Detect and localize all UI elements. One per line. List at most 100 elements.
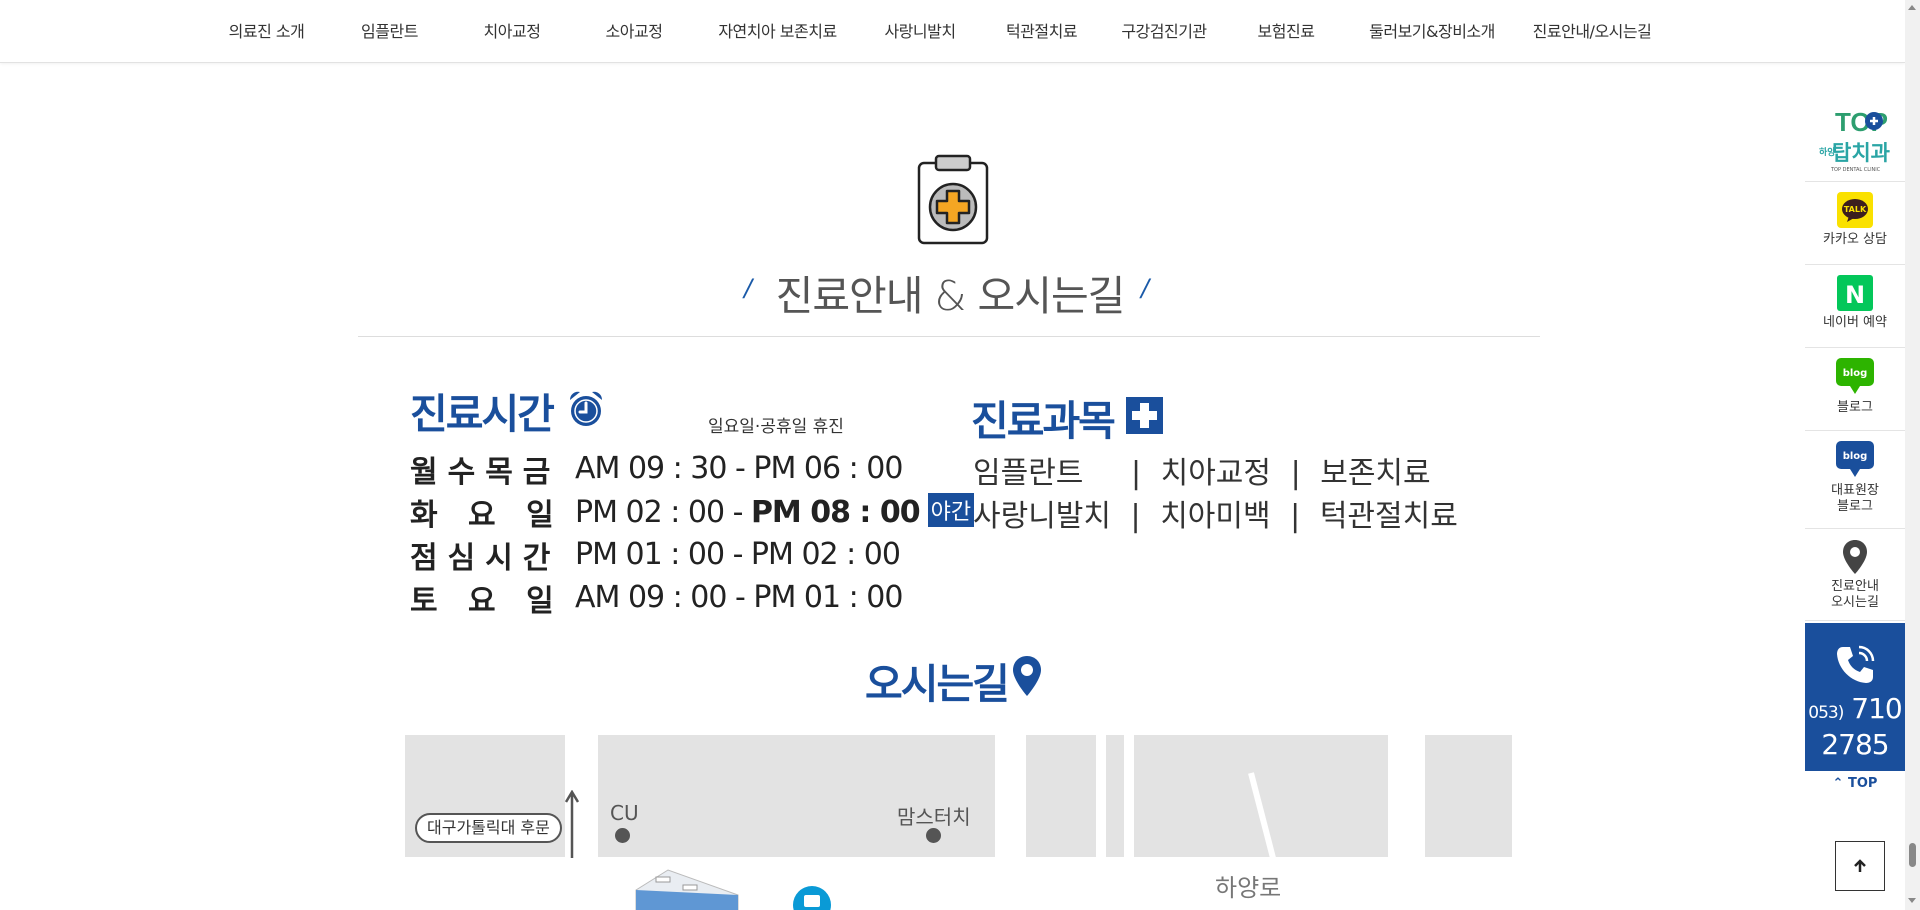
phone-prefix: 710 — [1851, 692, 1902, 725]
nav-item-tmj[interactable]: 턱관절치료 — [980, 0, 1103, 63]
map-block — [1026, 735, 1096, 857]
kakao-label: 카카오 상담 — [1823, 232, 1887, 247]
department-separator: | — [1130, 456, 1142, 491]
blog-icon: blog — [1836, 441, 1874, 477]
page-scrollbar[interactable] — [1905, 0, 1920, 910]
map-block — [1106, 735, 1124, 857]
map-block — [1425, 735, 1512, 857]
hours-day: 월수목금 — [410, 454, 561, 490]
department-item: 턱관절치료 — [1319, 499, 1458, 534]
hours-row: 화 요 일 PM 02 : 00 - PM 08 : 00 야간 — [410, 490, 975, 533]
scroll-down-arrow-icon[interactable] — [1908, 898, 1916, 903]
nav-item-doctors[interactable]: 의료진 소개 — [205, 0, 328, 63]
nav-item-orthodontics[interactable]: 치아교정 — [451, 0, 573, 63]
section-divider — [358, 336, 1540, 337]
phone-number-line-2: 2785 — [1821, 728, 1889, 761]
directions-label-1: 진료안내 — [1831, 579, 1879, 594]
department-item: 보존치료 — [1320, 456, 1431, 491]
phone-call-link[interactable]: 053) 710 2785 — [1805, 623, 1905, 771]
department-separator: | — [1290, 456, 1301, 491]
directions-map[interactable]: 대구가톨릭대 후문 CU 맘스터치 하양로 — [405, 735, 1512, 910]
directions-label-2: 오시는길 — [1831, 595, 1879, 610]
clinic-building-icon — [635, 869, 739, 910]
nav-item-natural-tooth[interactable]: 자연치아 보존치료 — [695, 0, 860, 63]
map-marker-momstouch — [926, 828, 941, 843]
chevron-up-icon: ⌃ — [1832, 776, 1844, 791]
blog-icon: blog — [1836, 358, 1874, 394]
arrow-up-icon — [1854, 859, 1866, 872]
hours-time-end: PM 08 : 00 — [750, 495, 921, 530]
department-item: 치아교정 — [1160, 456, 1272, 491]
scroll-thumb[interactable] — [1909, 843, 1916, 867]
road-line — [1248, 772, 1276, 859]
top-navigation: 의료진 소개 임플란트 치아교정 소아교정 자연치아 보존치료 사랑니발치 턱관… — [0, 0, 1905, 63]
svg-text:TOP DENTAL CLINIC: TOP DENTAL CLINIC — [1830, 167, 1881, 173]
nav-item-oral-exam[interactable]: 구강검진기관 — [1103, 0, 1225, 63]
hours-table: 월수목금 AM 09 : 30 - PM 06 : 00 화 요 일 PM 02… — [410, 447, 975, 619]
naver-icon: N — [1837, 275, 1873, 311]
department-item: 임플란트 — [973, 456, 1084, 491]
svg-text:blog: blog — [1843, 451, 1868, 462]
road-arrow-icon — [565, 790, 579, 858]
departments-title: 진료과목 — [971, 397, 1116, 445]
scroll-to-top-button[interactable] — [1835, 841, 1885, 891]
director-blog-label-2: 블로그 — [1837, 499, 1873, 514]
department-item: 사랑니발치 — [973, 499, 1111, 534]
map-label-road: 하양로 — [1215, 874, 1282, 902]
department-item: 치아미백 — [1160, 499, 1271, 534]
nav-item-tour[interactable]: 둘러보기&장비소개 — [1347, 0, 1517, 63]
hours-day: 화 요 일 — [410, 497, 564, 533]
director-blog-link[interactable]: blog 대표원장 블로그 — [1805, 431, 1905, 529]
title-slash-right: / — [1141, 274, 1150, 302]
top-dental-logo-icon: TOP 하양 탑치과 TOP DENTAL CLINIC — [1819, 107, 1890, 173]
nav-item-insurance[interactable]: 보험진료 — [1225, 0, 1347, 63]
quick-menu: TOP 하양 탑치과 TOP DENTAL CLINIC TALK 카카오 상담… — [1805, 95, 1905, 797]
kakao-consult-link[interactable]: TALK 카카오 상담 — [1805, 182, 1905, 265]
director-blog-label-1: 대표원장 — [1831, 483, 1879, 498]
map-label-university-gate: 대구가톨릭대 후문 — [415, 813, 562, 843]
location-pin-icon — [1013, 656, 1041, 696]
department-separator: | — [1290, 499, 1301, 534]
hours-time: PM 01 : 00 - PM 02 : 00 — [575, 537, 901, 572]
clinic-logo[interactable]: TOP 하양 탑치과 TOP DENTAL CLINIC — [1805, 95, 1905, 182]
top-link[interactable]: ⌃ TOP — [1805, 771, 1905, 797]
phone-area-code: 053) — [1808, 703, 1844, 723]
blog-link[interactable]: blog 블로그 — [1805, 348, 1905, 431]
hours-time: PM 02 : 00 - PM 08 : 00 야간 — [575, 493, 975, 530]
svg-text:TALK: TALK — [1844, 205, 1867, 214]
alarm-clock-icon — [569, 391, 603, 426]
nav-item-implant[interactable]: 임플란트 — [328, 0, 451, 63]
directions-title: 오시는길 — [865, 660, 1010, 708]
map-pin-icon — [1843, 540, 1867, 574]
hours-time: AM 09 : 30 - PM 06 : 00 — [575, 451, 903, 486]
hours-day: 점심시간 — [410, 540, 561, 576]
phone-number-line-1: 053) 710 — [1805, 693, 1905, 729]
section-title: 진료안내 & 오시는길 — [775, 272, 1126, 320]
departments-list: 임플란트 | 치아교정 | 보존치료 사랑니발치 | 치아미백 | 턱관절치료 — [973, 452, 1458, 538]
blog-label: 블로그 — [1837, 400, 1873, 415]
nav-item-kids-orthodontics[interactable]: 소아교정 — [573, 0, 695, 63]
medical-cross-icon — [1126, 397, 1163, 434]
hours-time-start: PM 02 : 00 - — [575, 495, 751, 530]
map-label-momstouch: 맘스터치 — [897, 805, 971, 829]
naver-booking-link[interactable]: N 네이버 예약 — [1805, 265, 1905, 348]
department-separator: | — [1130, 499, 1141, 534]
night-badge: 야간 — [927, 493, 975, 527]
hours-row: 월수목금 AM 09 : 30 - PM 06 : 00 — [410, 447, 974, 490]
svg-text:탑치과: 탑치과 — [1832, 141, 1890, 165]
nav-item-wisdom-tooth[interactable]: 사랑니발치 — [860, 0, 980, 63]
directions-link[interactable]: 진료안내 오시는길 — [1805, 529, 1905, 621]
top-label: TOP — [1847, 776, 1878, 791]
phone-icon — [1837, 645, 1875, 683]
map-label-cu: CU — [610, 801, 639, 825]
nav-item-directions[interactable]: 진료안내/오시는길 — [1517, 0, 1667, 63]
nav-menu: 의료진 소개 임플란트 치아교정 소아교정 자연치아 보존치료 사랑니발치 턱관… — [205, 0, 1667, 63]
scroll-up-arrow-icon[interactable] — [1908, 5, 1916, 10]
kakao-talk-icon: TALK — [1837, 192, 1873, 228]
svg-text:N: N — [1845, 281, 1865, 309]
closed-note: 일요일·공휴일 휴진 — [708, 417, 844, 437]
hours-title: 진료시간 — [410, 390, 555, 438]
svg-text:blog: blog — [1843, 368, 1868, 379]
hours-row: 점심시간 PM 01 : 00 - PM 02 : 00 — [410, 533, 974, 576]
clipboard-icon — [917, 154, 989, 245]
